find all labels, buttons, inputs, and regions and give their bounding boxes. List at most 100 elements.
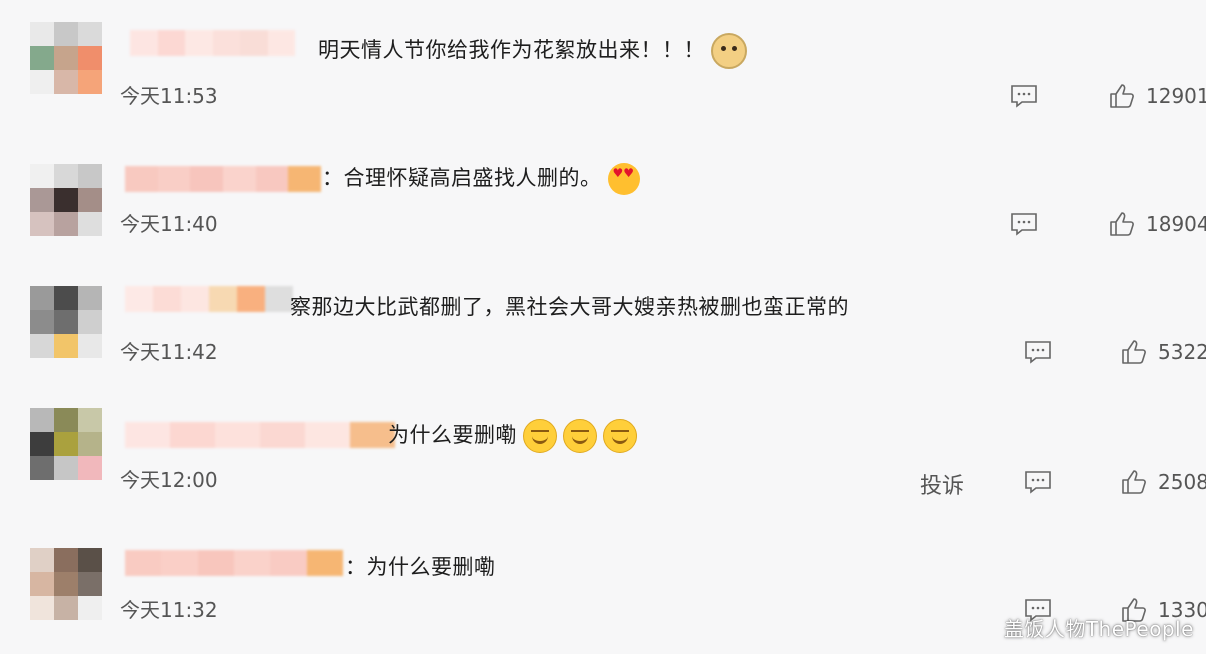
- avatar-pixel: [30, 596, 54, 620]
- avatar-pixel: [54, 572, 78, 596]
- comment-time: 今天12:00: [120, 468, 218, 492]
- avatar-pixel: [54, 212, 78, 236]
- username-blurred[interactable]: [125, 286, 293, 312]
- username-block: [125, 550, 162, 576]
- avatar-pixel: [78, 572, 102, 596]
- comment-icon: [1025, 341, 1051, 364]
- username-block: [161, 550, 198, 576]
- username-block: [157, 166, 191, 192]
- avatar-pixel: [54, 46, 78, 70]
- username-block: [305, 422, 350, 448]
- username-block: [237, 286, 265, 312]
- username-block: [255, 166, 289, 192]
- avatar-pixel: [54, 334, 78, 358]
- avatar-pixel: [30, 432, 54, 456]
- avatar-pixel: [78, 22, 102, 46]
- username-block: [125, 166, 158, 192]
- watermark: 盖饭人物ThePeople: [1003, 617, 1194, 641]
- avatar-pixel: [30, 408, 54, 432]
- like-button[interactable]: 5322: [1120, 338, 1206, 366]
- avatar-pixel: [54, 408, 78, 432]
- avatar-pixel: [30, 286, 54, 310]
- avatar-pixel: [78, 596, 102, 620]
- avatar-pixel: [78, 548, 102, 572]
- username-block: [170, 422, 215, 448]
- avatar[interactable]: [30, 408, 102, 480]
- comment-icon: [1011, 213, 1037, 236]
- avatar-pixel: [78, 432, 102, 456]
- username-block: [306, 550, 343, 576]
- thumbs-up-icon: [1110, 84, 1134, 108]
- avatar-pixel: [30, 548, 54, 572]
- avatar-pixel: [30, 310, 54, 334]
- avatar[interactable]: [30, 22, 102, 94]
- username-block: [215, 422, 260, 448]
- username-block: [260, 422, 305, 448]
- avatar-pixel: [30, 22, 54, 46]
- like-count: 12901: [1146, 84, 1206, 108]
- username-blurred[interactable]: [125, 166, 321, 192]
- username-block: [185, 30, 213, 56]
- comment-text: 为什么要删嘞: [388, 419, 637, 453]
- doge-emoji: [711, 33, 747, 69]
- username-blurred[interactable]: [125, 550, 343, 576]
- username-block: [125, 286, 153, 312]
- avatar-pixel: [54, 22, 78, 46]
- comment-icon: [1011, 85, 1037, 108]
- avatar-pixel: [78, 46, 102, 70]
- avatar-pixel: [78, 212, 102, 236]
- avatar-pixel: [54, 164, 78, 188]
- username-block: [209, 286, 237, 312]
- comment-item: ：合理怀疑高启盛找人删的。 今天11:40 18904: [0, 128, 1206, 256]
- avatar-pixel: [54, 188, 78, 212]
- comment-item: 察那边大比武都删了，黑社会大哥大嫂亲热被删也蛮正常的 今天11:42 5322: [0, 258, 1206, 386]
- username-block: [265, 286, 293, 312]
- username-block: [212, 30, 240, 56]
- username-block: [130, 30, 158, 56]
- username-block: [153, 286, 181, 312]
- avatar-pixel: [30, 334, 54, 358]
- avatar-pixel: [54, 548, 78, 572]
- username-block: [181, 286, 209, 312]
- comment-item: 明天情人节你给我作为花絮放出来！！！ 今天11:53 12901: [0, 0, 1206, 128]
- like-count: 2508: [1158, 470, 1206, 494]
- username-blurred[interactable]: [125, 422, 395, 448]
- username-block: [288, 166, 321, 192]
- like-button[interactable]: 2508: [1120, 468, 1206, 496]
- avatar-pixel: [30, 212, 54, 236]
- reply-button[interactable]: [1010, 212, 1038, 236]
- avatar-pixel: [30, 46, 54, 70]
- like-button[interactable]: 18904: [1108, 210, 1206, 238]
- squint-emoji: [563, 419, 597, 453]
- reply-button[interactable]: [1024, 470, 1052, 494]
- like-button[interactable]: 12901: [1108, 82, 1206, 110]
- avatar-pixel: [30, 164, 54, 188]
- comment-text: ：合理怀疑高启盛找人删的。: [322, 162, 640, 195]
- thumbs-up-icon: [1110, 212, 1134, 236]
- report-button[interactable]: 投诉: [920, 468, 964, 500]
- avatar-pixel: [30, 188, 54, 212]
- comment-icon: [1025, 471, 1051, 494]
- avatar-pixel: [54, 456, 78, 480]
- like-count: 5322: [1158, 340, 1206, 364]
- comment-item: 为什么要删嘞 今天12:00 投诉 2508: [0, 386, 1206, 514]
- avatar[interactable]: [30, 548, 102, 620]
- comment-time: 今天11:42: [120, 340, 218, 364]
- avatar-pixel: [54, 596, 78, 620]
- avatar-pixel: [78, 70, 102, 94]
- heart-eyes-emoji: [607, 163, 640, 195]
- comment-text: 察那边大比武都删了，黑社会大哥大嫂亲热被删也蛮正常的: [290, 295, 849, 319]
- reply-button[interactable]: [1010, 84, 1038, 108]
- username-block: [125, 422, 170, 448]
- username-blurred[interactable]: [130, 30, 295, 56]
- squint-emoji: [603, 419, 637, 453]
- avatar[interactable]: [30, 164, 102, 236]
- avatar-pixel: [78, 188, 102, 212]
- username-block: [270, 550, 307, 576]
- avatar[interactable]: [30, 286, 102, 358]
- avatar-pixel: [30, 70, 54, 94]
- avatar-pixel: [54, 432, 78, 456]
- reply-button[interactable]: [1024, 340, 1052, 364]
- username-block: [157, 30, 185, 56]
- squint-emoji: [523, 419, 557, 453]
